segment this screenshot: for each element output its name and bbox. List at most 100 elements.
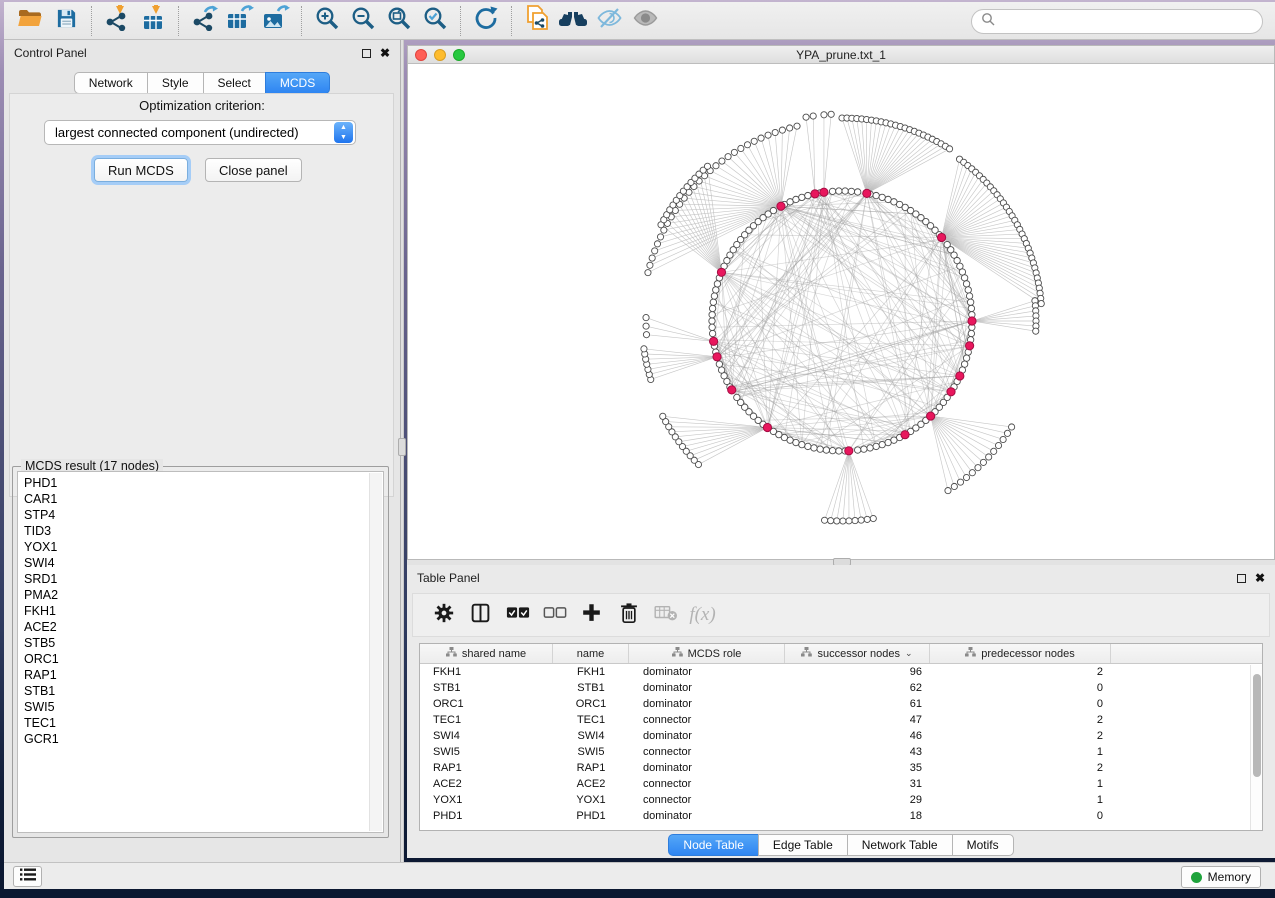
search-binoculars-button[interactable] [555,5,591,37]
table-cell: YOX1 [553,794,629,806]
mcds-result-item[interactable]: TEC1 [24,715,383,731]
import-table-button[interactable] [135,5,171,37]
table-row[interactable]: STB1STB1dominator620 [420,680,1262,696]
mcds-result-item[interactable]: CAR1 [24,491,383,507]
table-cell: 62 [785,682,930,694]
zoom-fit-button[interactable] [381,5,417,37]
mcds-result-item[interactable]: SWI5 [24,699,383,715]
show-columns-button[interactable] [462,598,499,632]
export-image-button[interactable] [258,5,294,37]
close-panel-icon[interactable]: ✖ [380,47,390,59]
network-canvas[interactable] [408,64,1274,559]
splitter-handle[interactable] [398,438,406,456]
refresh-button[interactable] [468,5,504,37]
export-network-button[interactable] [186,5,222,37]
network-search-field[interactable] [971,9,1263,34]
close-panel-icon[interactable]: ✖ [1255,572,1265,584]
column-header-MCDS-role[interactable]: MCDS role [629,644,785,663]
refresh-icon [473,5,499,36]
main-toolbar [4,2,1275,40]
open-file-button[interactable] [12,5,48,37]
table-row[interactable]: ORC1ORC1dominator610 [420,696,1262,712]
mcds-result-item[interactable]: GCR1 [24,731,383,747]
tab-network-table[interactable]: Network Table [847,834,952,856]
select-all-button[interactable] [499,598,536,632]
float-panel-icon[interactable] [362,49,371,58]
table-row[interactable]: SWI4SWI4dominator462 [420,728,1262,744]
table-row[interactable]: YOX1YOX1connector291 [420,792,1262,808]
table-cell: STB1 [553,682,629,694]
tab-style[interactable]: Style [147,72,203,94]
column-header-predecessor-nodes[interactable]: predecessor nodes [930,644,1111,663]
function-builder-button-disabled[interactable]: f(x) [684,598,721,632]
table-row[interactable]: PHD1PHD1dominator180 [420,808,1262,824]
tab-edge-table[interactable]: Edge Table [758,834,847,856]
copy-network-button[interactable] [519,5,555,37]
import-network-button[interactable] [99,5,135,37]
table-cell: TEC1 [420,714,553,726]
mcds-result-item[interactable]: STP4 [24,507,383,523]
eye-icon [632,6,659,35]
zoom-out-button[interactable] [345,5,381,37]
table-cell: SWI5 [553,746,629,758]
column-header-successor-nodes[interactable]: successor nodes⌄ [785,644,930,663]
table-row[interactable]: FKH1FKH1dominator962 [420,664,1262,680]
network-window-titlebar[interactable]: YPA_prune.txt_1 [408,46,1274,64]
column-header-shared-name[interactable]: shared name [420,644,553,663]
optimization-criterion-label: Optimization criterion: [4,98,400,113]
save-session-button[interactable] [48,5,84,37]
mcds-list-scrollbar[interactable] [369,473,382,831]
delete-table-icon [654,604,678,627]
tab-node-table[interactable]: Node Table [668,834,758,856]
mcds-panel-body [9,93,394,497]
delete-table-button-disabled[interactable] [647,598,684,632]
create-column-button[interactable] [573,598,610,632]
run-mcds-button[interactable]: Run MCDS [94,158,188,182]
mcds-result-item[interactable]: YOX1 [24,539,383,555]
export-image-icon [262,5,290,36]
mcds-result-item[interactable]: SRD1 [24,571,383,587]
delete-columns-button[interactable] [610,598,647,632]
show-panels-button[interactable] [13,866,42,887]
table-scrollbar-thumb[interactable] [1253,674,1261,777]
mcds-result-item[interactable]: RAP1 [24,667,383,683]
search-input[interactable] [995,15,1262,29]
memory-label: Memory [1208,870,1251,884]
tab-network[interactable]: Network [74,72,147,94]
mcds-result-item[interactable]: PMA2 [24,587,383,603]
mcds-result-list[interactable]: PHD1CAR1STP4TID3YOX1SWI4SRD1PMA2FKH1ACE2… [17,471,384,833]
tab-select[interactable]: Select [203,72,265,94]
deselect-all-button[interactable] [536,598,573,632]
zoom-selected-button[interactable] [417,5,453,37]
table-row[interactable]: RAP1RAP1dominator352 [420,760,1262,776]
select-stepper-icon: ▲▼ [334,122,353,143]
mcds-result-item[interactable]: SWI4 [24,555,383,571]
table-row[interactable]: ACE2ACE2connector311 [420,776,1262,792]
table-settings-button[interactable] [425,598,462,632]
mcds-result-item[interactable]: FKH1 [24,603,383,619]
table-row[interactable]: TEC1TEC1connector472 [420,712,1262,728]
table-cell: STB1 [420,682,553,694]
tab-motifs[interactable]: Motifs [952,834,1014,856]
mcds-result-item[interactable]: STB5 [24,635,383,651]
zoom-in-button[interactable] [309,5,345,37]
mcds-result-item[interactable]: TID3 [24,523,383,539]
memory-button[interactable]: Memory [1181,866,1261,888]
toolbar-separator [91,6,92,36]
table-body: FKH1FKH1dominator962STB1STB1dominator620… [420,664,1262,824]
mcds-result-item[interactable]: ORC1 [24,651,383,667]
mcds-result-item[interactable]: PHD1 [24,475,383,491]
show-all-button[interactable] [627,5,663,37]
column-header-name[interactable]: name [553,644,629,663]
mcds-result-item[interactable]: ACE2 [24,619,383,635]
table-row[interactable]: SWI5SWI5connector431 [420,744,1262,760]
float-panel-icon[interactable] [1237,574,1246,583]
optimization-criterion-select[interactable]: largest connected component (undirected)… [44,120,356,145]
table-cell: 61 [785,698,930,710]
hide-selected-button[interactable] [591,5,627,37]
export-table-button[interactable] [222,5,258,37]
table-scrollbar[interactable] [1250,665,1262,830]
mcds-result-item[interactable]: STB1 [24,683,383,699]
close-panel-button[interactable]: Close panel [205,158,302,182]
tab-mcds[interactable]: MCDS [265,72,330,94]
